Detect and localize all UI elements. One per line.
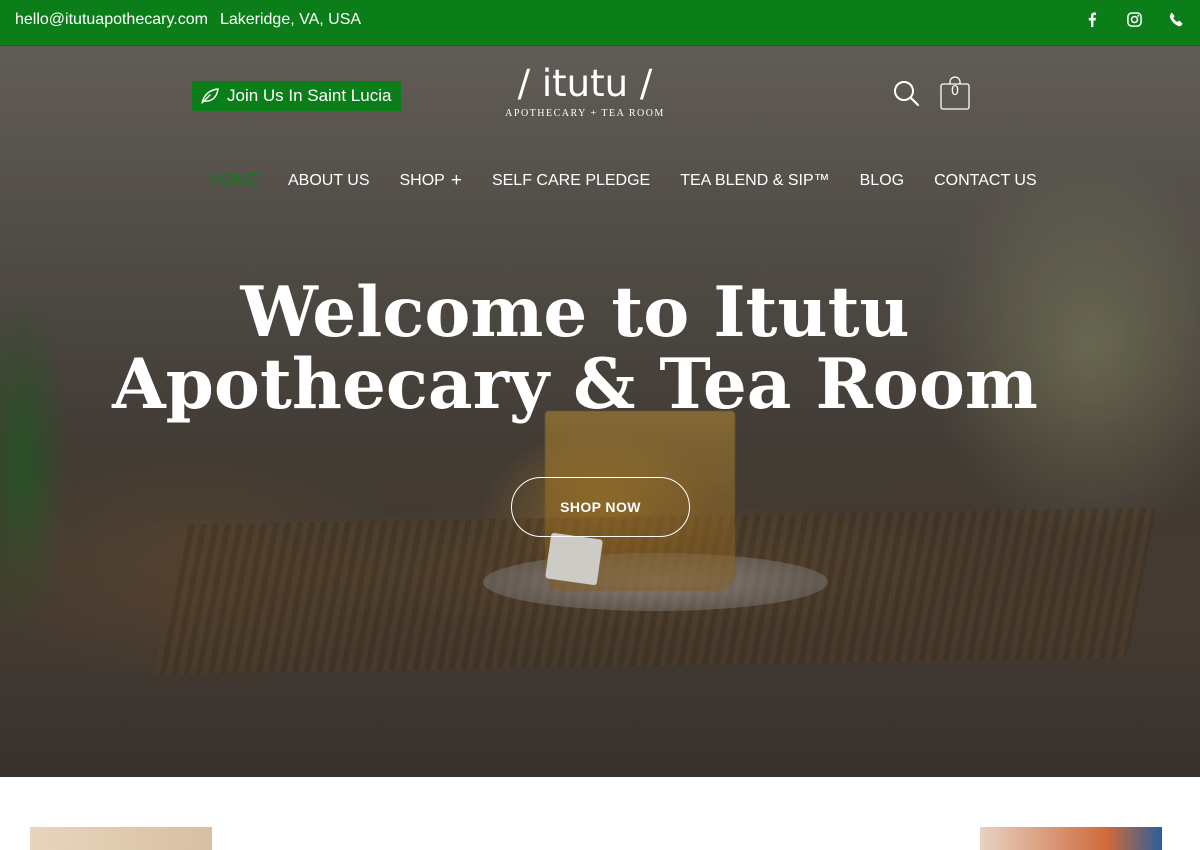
main-navigation: HOME ABOUT US SHOP + SELF CARE PLEDGE TEA… bbox=[210, 170, 1067, 192]
product-thumbnail[interactable] bbox=[980, 827, 1162, 850]
location-text: Lakeridge, VA, USA bbox=[219, 10, 362, 28]
nav-item-contact-us[interactable]: CONTACT US bbox=[934, 172, 1037, 190]
leaf-icon bbox=[201, 88, 219, 104]
nav-item-shop[interactable]: SHOP + bbox=[399, 171, 462, 190]
site-logo[interactable]: / itutu / APOTHECARY + TEA ROOM bbox=[505, 64, 665, 126]
nav-home-label: HOME bbox=[210, 172, 258, 189]
nav-item-self-care-pledge[interactable]: SELF CARE PLEDGE bbox=[492, 172, 650, 190]
join-saint-lucia-button[interactable]: Join Us In Saint Lucia bbox=[192, 81, 402, 111]
nav-item-tea-blend-sip[interactable]: TEA BLEND & SIP™ bbox=[680, 172, 829, 190]
hero-title-line1: Welcome to Itutu bbox=[240, 272, 910, 353]
product-thumbnail[interactable] bbox=[30, 827, 212, 850]
nav-tea-blend-label: TEA BLEND & SIP™ bbox=[680, 172, 830, 189]
hero-title: Welcome to Itutu Apothecary & Tea Room bbox=[0, 277, 1150, 421]
logo-wordmark: / itutu / bbox=[517, 62, 653, 105]
shop-now-button[interactable]: SHOP NOW bbox=[511, 477, 690, 537]
nav-item-blog[interactable]: BLOG bbox=[860, 172, 904, 190]
nav-blog-label: BLOG bbox=[859, 172, 905, 189]
nav-pledge-label: SELF CARE PLEDGE bbox=[491, 172, 651, 189]
plus-icon[interactable]: + bbox=[451, 171, 462, 190]
email-link[interactable]: hello@itutuapothecary.com bbox=[15, 11, 208, 29]
nav-shop-label: SHOP bbox=[399, 172, 445, 189]
search-icon[interactable] bbox=[893, 80, 920, 107]
shop-now-label: SHOP NOW bbox=[560, 499, 641, 515]
logo-subtitle: APOTHECARY + TEA ROOM bbox=[505, 108, 665, 119]
nav-item-about-us[interactable]: ABOUT US bbox=[288, 172, 370, 190]
phone-icon[interactable] bbox=[1168, 12, 1184, 28]
hero-title-line2: Apothecary & Tea Room bbox=[112, 344, 1038, 425]
join-button-label: Join Us In Saint Lucia bbox=[227, 86, 392, 105]
contact-info: hello@itutuapothecary.com Lakeridge, VA,… bbox=[15, 11, 361, 29]
nav-contact-label: CONTACT US bbox=[934, 172, 1037, 189]
cart-count: 0 bbox=[950, 84, 960, 99]
cart-button[interactable]: 0 bbox=[940, 76, 970, 110]
nav-about-label: ABOUT US bbox=[288, 172, 370, 189]
instagram-icon[interactable] bbox=[1126, 12, 1142, 28]
nav-item-home[interactable]: HOME bbox=[210, 172, 258, 190]
facebook-icon[interactable] bbox=[1084, 12, 1100, 28]
social-links bbox=[1084, 12, 1184, 28]
top-bar: hello@itutuapothecary.com Lakeridge, VA,… bbox=[0, 0, 1200, 46]
